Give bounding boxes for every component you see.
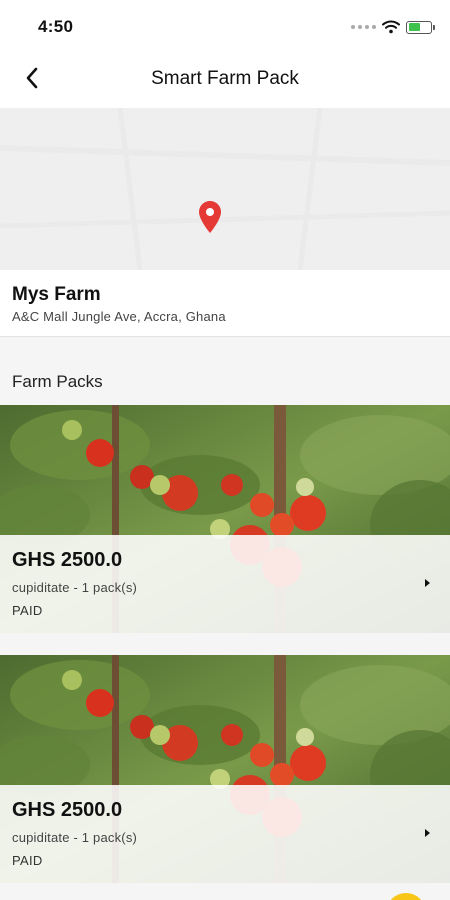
chevron-right-icon <box>425 829 430 837</box>
map-pin-icon[interactable] <box>199 201 221 233</box>
map-background <box>0 108 450 270</box>
status-time: 4:50 <box>38 17 74 36</box>
wifi-icon <box>382 20 400 34</box>
battery-icon <box>406 20 435 34</box>
signal-icon <box>351 25 376 29</box>
pack-price: GHS 2500.0 <box>12 799 123 821</box>
battery-level <box>408 23 421 31</box>
pack-description: cupiditate - 1 pack(s) <box>12 580 138 595</box>
status-icons <box>351 17 435 37</box>
pack-card[interactable]: GHS 2500.0 cupiditate - 1 pack(s) PAID <box>0 405 450 633</box>
pack-description: cupiditate - 1 pack(s) <box>12 830 138 845</box>
farm-address: A&C Mall Jungle Ave, Accra, Ghana <box>12 309 226 324</box>
status-bar: 4:50 <box>0 0 450 50</box>
section-title: Farm Packs <box>12 372 103 391</box>
floating-action-button[interactable] <box>386 893 426 900</box>
pack-status: PAID <box>12 603 43 618</box>
pack-status: PAID <box>12 853 43 868</box>
farm-info: Mys Farm A&C Mall Jungle Ave, Accra, Gha… <box>0 270 450 337</box>
farm-name: Mys Farm <box>12 284 101 305</box>
nav-bar: Smart Farm Pack <box>0 50 450 108</box>
chevron-right-icon <box>425 579 430 587</box>
pack-price: GHS 2500.0 <box>12 549 123 571</box>
pack-card[interactable]: GHS 2500.0 cupiditate - 1 pack(s) PAID <box>0 655 450 883</box>
map-view[interactable] <box>0 108 450 270</box>
page-title: Smart Farm Pack <box>151 68 299 89</box>
